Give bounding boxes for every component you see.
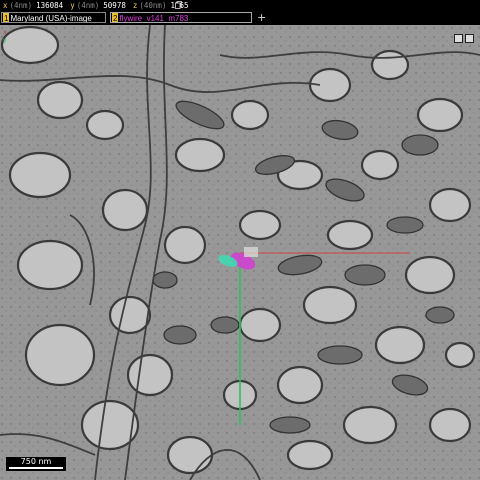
add-layer-button[interactable]: + [257,11,266,25]
y-coordinate[interactable]: 50978 [103,0,126,11]
scale-bar: 750 nm [6,457,66,471]
x-coordinate[interactable]: 136084 [36,0,63,11]
layer-name: flywire_v141_m783 [119,14,189,23]
y-unit: (4nm) [76,1,100,10]
layout-toggle-icon[interactable] [454,34,463,43]
z-unit: (40nm) [139,1,167,10]
panel-controls [452,28,474,47]
maximize-icon[interactable] [465,34,474,43]
layer-name: Maryland (USA)-image [10,14,92,23]
axis-y-label: y [3,37,7,44]
x-label: x [3,1,8,10]
em-viewport[interactable]: x y 750 nm [0,25,480,480]
axis-x-label: x [3,29,7,36]
axes-indicator: x y [3,29,7,45]
crosshair-highlight [244,247,258,257]
layer-index: 2 [112,13,119,23]
layer-index: 1 [3,13,10,23]
copy-icon[interactable] [175,1,182,9]
scale-bar-label: 750 nm [20,457,52,466]
em-image [0,25,480,480]
layer-tab-image[interactable]: 1 Maryland (USA)-image [1,12,106,23]
y-label: y [70,1,75,10]
z-label: z [132,1,138,10]
layer-tab-segmentation[interactable]: 2 flywire_v141_m783 [110,12,252,23]
position-bar: x(4nm)136084y(4nm)50978z(40nm)1165 [0,0,480,11]
x-unit: (4nm) [9,1,33,10]
scale-bar-line [9,467,63,469]
layer-bar: 1 Maryland (USA)-image 2 flywire_v141_m783… [0,11,480,25]
